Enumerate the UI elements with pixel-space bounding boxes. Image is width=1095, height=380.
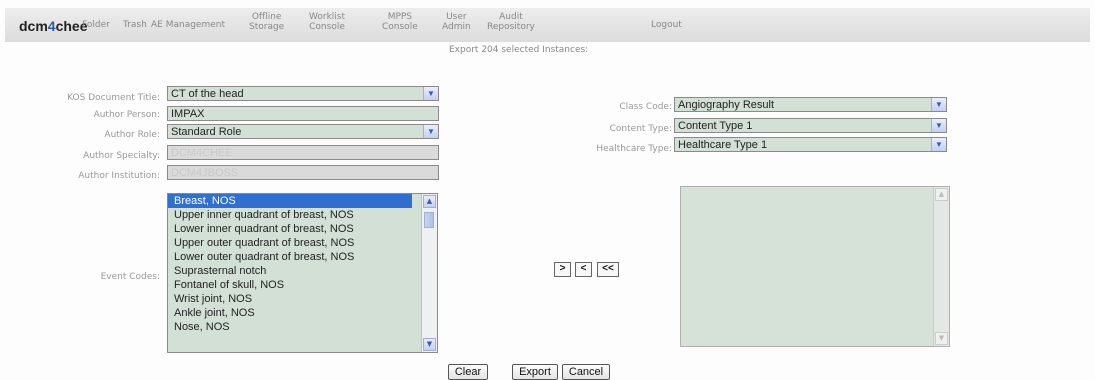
list-item[interactable]: Suprasternal notch	[168, 264, 437, 278]
clear-button[interactable]: Clear	[448, 364, 488, 380]
author-role-value: Standard Role	[171, 126, 242, 138]
chevron-down-icon[interactable]: ▼	[423, 87, 438, 100]
author-specialty-label: Author Specialty:	[83, 151, 160, 161]
author-institution-field: DCM4JBOSS	[167, 165, 439, 180]
remove-all-event-codes-button[interactable]: <<	[597, 262, 619, 277]
nav-ae-management[interactable]: AE Management	[151, 20, 225, 30]
list-item[interactable]: Wrist joint, NOS	[168, 292, 437, 306]
author-specialty-field: DCM4CHEE	[167, 145, 439, 160]
nav-trash[interactable]: Trash	[123, 20, 147, 30]
class-code-label: Class Code:	[619, 102, 672, 112]
list-item[interactable]: Breast, NOS	[168, 194, 412, 208]
nav-folder[interactable]: Folder	[82, 20, 110, 30]
class-code-select[interactable]: Angiography Result ▼	[674, 97, 947, 112]
cancel-button[interactable]: Cancel	[562, 364, 610, 380]
scrollbar-thumb[interactable]	[424, 212, 434, 228]
event-codes-scrollbar[interactable]: ▲ ▼	[421, 194, 437, 352]
chevron-down-icon[interactable]: ▼	[931, 119, 946, 132]
list-item[interactable]: Lower outer quadrant of breast, NOS	[168, 250, 437, 264]
export-button[interactable]: Export	[512, 364, 558, 380]
class-code-value: Angiography Result	[678, 99, 775, 111]
list-item[interactable]: Fontanel of skull, NOS	[168, 278, 437, 292]
list-item[interactable]: Upper inner quadrant of breast, NOS	[168, 208, 437, 222]
list-item[interactable]: Nose, NOS	[168, 320, 437, 334]
arrow-up-icon[interactable]: ▲	[423, 195, 436, 208]
add-event-code-button[interactable]: >	[554, 262, 571, 277]
healthcare-type-label: Healthcare Type:	[596, 144, 672, 154]
nav-worklist-console[interactable]: Worklist Console	[309, 12, 345, 32]
content-type-label: Content Type:	[609, 124, 672, 134]
content-type-select[interactable]: Content Type 1 ▼	[674, 118, 947, 133]
chevron-down-icon[interactable]: ▼	[423, 125, 438, 138]
content-type-value: Content Type 1	[678, 120, 753, 132]
author-role-label: Author Role:	[104, 130, 160, 140]
author-institution-label: Author Institution:	[78, 171, 160, 181]
nav-user-admin[interactable]: User Admin	[442, 12, 471, 32]
dcm4chee-logo: dcm4chee	[19, 18, 88, 34]
list-item[interactable]: Lower inner quadrant of breast, NOS	[168, 222, 437, 236]
event-codes-label: Event Codes:	[100, 272, 160, 282]
selected-codes-scrollbar[interactable]: ▲ ▼	[933, 187, 949, 346]
kos-title-value: CT of the head	[171, 88, 244, 100]
author-person-label: Author Person:	[93, 110, 160, 120]
author-person-field[interactable]: IMPAX	[167, 106, 439, 121]
healthcare-type-value: Healthcare Type 1	[678, 139, 768, 151]
list-item[interactable]: Ankle joint, NOS	[168, 306, 437, 320]
author-role-select[interactable]: Standard Role ▼	[167, 124, 439, 139]
nav-audit-repository[interactable]: Audit Repository	[487, 12, 535, 32]
arrow-down-icon[interactable]: ▼	[935, 332, 948, 345]
remove-event-code-button[interactable]: <	[575, 262, 592, 277]
arrow-down-icon[interactable]: ▼	[423, 338, 436, 351]
nav-offline-storage[interactable]: Offline Storage	[249, 12, 284, 32]
nav-logout[interactable]: Logout	[651, 20, 682, 30]
arrow-up-icon[interactable]: ▲	[935, 188, 948, 201]
chevron-down-icon[interactable]: ▼	[931, 138, 946, 151]
selected-event-codes-listbox[interactable]: ▲ ▼	[680, 186, 950, 347]
kos-title-label: KOS Document Title:	[67, 93, 160, 103]
event-codes-listbox[interactable]: Breast, NOS Upper inner quadrant of brea…	[167, 193, 438, 353]
top-navigation-bar: dcm4chee Folder Trash AE Management Offl…	[5, 8, 1090, 42]
list-item[interactable]: Upper outer quadrant of breast, NOS	[168, 236, 437, 250]
healthcare-type-select[interactable]: Healthcare Type 1 ▼	[674, 137, 947, 152]
nav-mpps-console[interactable]: MPPS Console	[382, 12, 418, 32]
export-instances-caption: Export 204 selected Instances:	[449, 45, 589, 55]
chevron-down-icon[interactable]: ▼	[931, 98, 946, 111]
kos-title-select[interactable]: CT of the head ▼	[167, 86, 439, 101]
